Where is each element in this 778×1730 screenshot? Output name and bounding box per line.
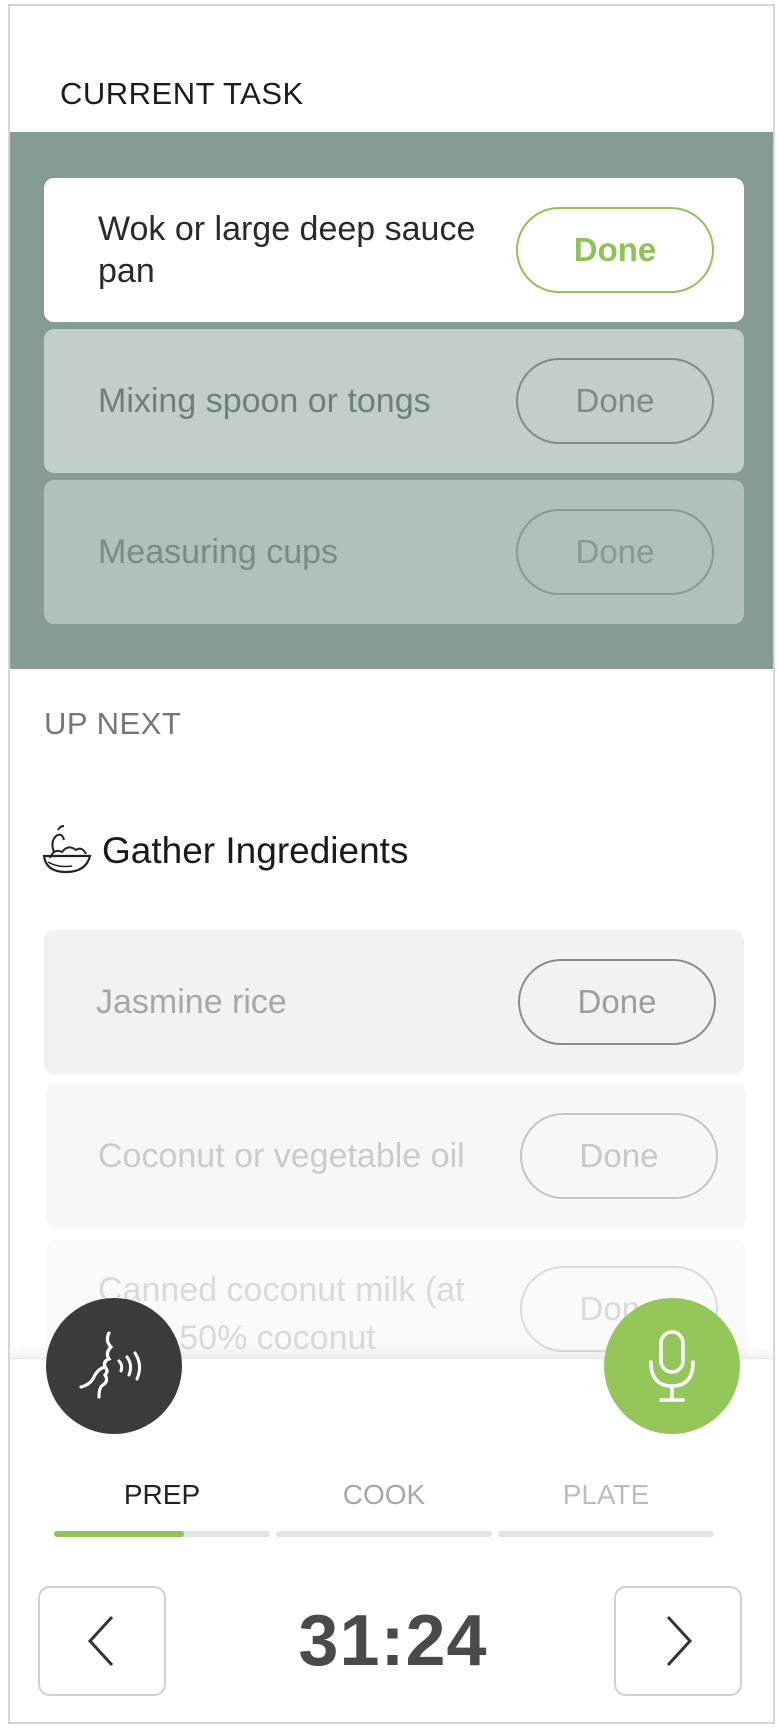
next-button[interactable] (614, 1586, 742, 1696)
done-button[interactable]: Done (516, 207, 714, 293)
ingredient-card: Jasmine rice Done (44, 930, 744, 1074)
microphone-icon (649, 1330, 695, 1402)
progress-fill (54, 1531, 184, 1537)
ingredient-label: Jasmine rice (96, 983, 287, 1021)
task-card: Mixing spoon or tongs Done (44, 329, 744, 473)
progress-bar-cook (276, 1531, 492, 1537)
current-task-heading: CURRENT TASK (60, 76, 304, 111)
phase-tab-cook[interactable]: COOK (276, 1479, 492, 1511)
previous-button[interactable] (38, 1586, 166, 1696)
chevron-left-icon (87, 1615, 114, 1667)
done-button[interactable]: Done (520, 1113, 718, 1199)
task-label: Mixing spoon or tongs (98, 382, 431, 420)
fruit-bowl-icon (42, 825, 92, 874)
done-button[interactable]: Done (518, 959, 716, 1045)
ingredient-card: Coconut or vegetable oil Done (46, 1084, 746, 1228)
group-title: Gather Ingredients (102, 830, 409, 871)
up-next-heading: UP NEXT (44, 706, 182, 741)
phase-tab-prep[interactable]: PREP (54, 1479, 270, 1511)
done-button[interactable]: Done (516, 509, 714, 595)
task-label: Wok or large deep sauce pan (98, 210, 476, 290)
task-card: Measuring cups Done (44, 480, 744, 624)
chevron-right-icon (666, 1615, 693, 1667)
done-button[interactable]: Done (516, 358, 714, 444)
ingredient-label: Coconut or vegetable oil (98, 1137, 465, 1175)
voice-speak-icon (79, 1331, 142, 1399)
app-frame: CURRENT TASK Wok or large deep sauce pan… (8, 4, 775, 1724)
voice-speak-button[interactable] (46, 1298, 182, 1434)
task-card-active: Wok or large deep sauce pan Done (44, 178, 744, 322)
microphone-button[interactable] (604, 1298, 740, 1434)
progress-bar-plate (498, 1531, 714, 1537)
phase-tab-plate[interactable]: PLATE (498, 1479, 714, 1511)
timer: 31:24 (298, 1601, 488, 1681)
progress-bar-prep (54, 1531, 270, 1537)
task-label: Measuring cups (98, 533, 339, 571)
group-header: Gather Ingredients (38, 822, 408, 880)
